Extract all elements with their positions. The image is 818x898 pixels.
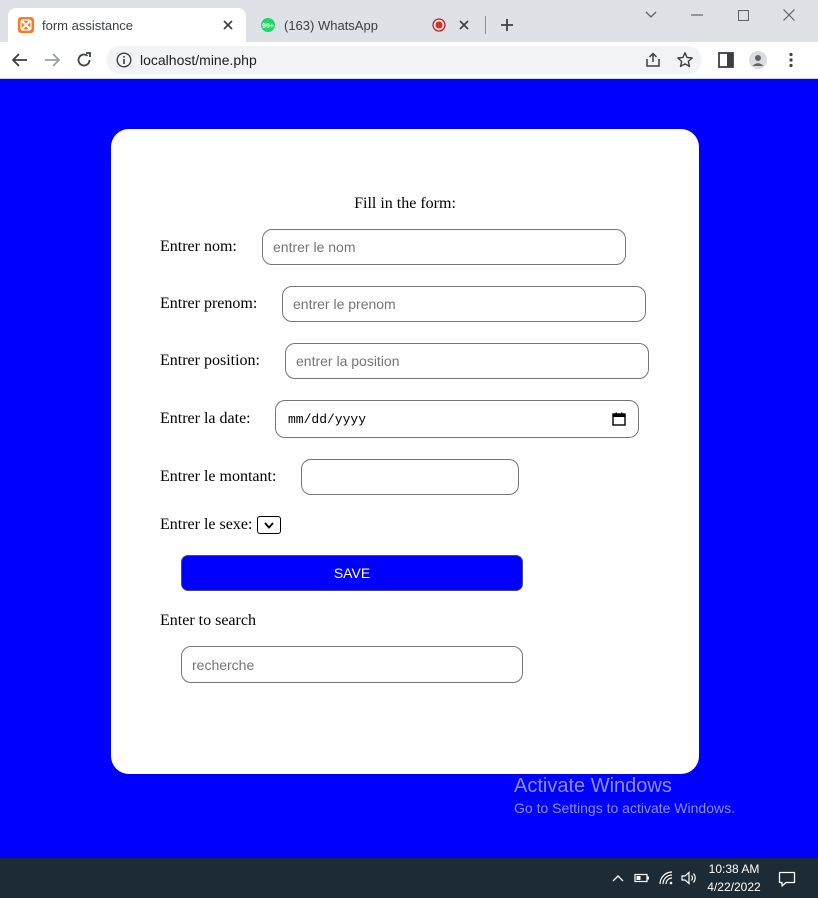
- tab-title: form assistance: [42, 17, 134, 33]
- taskbar-date[interactable]: 4/22/2022: [706, 880, 762, 894]
- new-tab-icon[interactable]: [496, 14, 518, 36]
- tab-title: (163) WhatsApp: [284, 17, 378, 33]
- tab-strip: form assistance 99+ (163) WhatsApp: [0, 0, 818, 42]
- activation-watermark-title: Activate Windows: [514, 775, 672, 797]
- tab-form-assistance[interactable]: form assistance: [8, 8, 246, 42]
- nom-input[interactable]: [262, 229, 626, 265]
- tab-search-chevron-icon[interactable]: [628, 4, 674, 26]
- nom-label: Entrer nom:: [160, 238, 237, 255]
- network-icon[interactable]: [658, 870, 674, 886]
- side-panel-icon[interactable]: [717, 51, 735, 69]
- activation-watermark-subtitle: Go to Settings to activate Windows.: [514, 800, 735, 816]
- date-placeholder: mm/dd/yyyy: [288, 412, 367, 427]
- sexe-select[interactable]: [257, 516, 281, 534]
- address-bar[interactable]: localhost/mine.php: [106, 46, 702, 74]
- date-label: Entrer la date:: [160, 410, 251, 427]
- bookmark-star-icon[interactable]: [676, 51, 694, 69]
- montant-input[interactable]: [301, 459, 519, 495]
- save-button[interactable]: SAVE: [181, 555, 523, 591]
- site-info-icon[interactable]: [116, 52, 132, 68]
- volume-icon[interactable]: [680, 870, 696, 886]
- search-input[interactable]: [181, 646, 523, 683]
- battery-icon[interactable]: [634, 870, 650, 886]
- back-arrow-icon[interactable]: [8, 48, 32, 72]
- close-tab-icon[interactable]: [454, 15, 474, 35]
- search-label: Enter to search: [160, 612, 256, 629]
- reload-icon[interactable]: [72, 48, 96, 72]
- forward-arrow-icon[interactable]: [40, 48, 64, 72]
- minimize-icon[interactable]: [674, 4, 720, 26]
- prenom-input[interactable]: [282, 286, 646, 322]
- browser-toolbar: localhost/mine.php: [0, 42, 818, 79]
- svg-text:99+: 99+: [262, 23, 274, 30]
- whatsapp-icon: 99+: [260, 17, 276, 33]
- share-icon[interactable]: [644, 51, 662, 69]
- form-heading: Fill in the form:: [354, 195, 456, 212]
- maximize-icon[interactable]: [720, 4, 766, 26]
- url-text: localhost/mine.php: [140, 52, 257, 68]
- close-window-icon[interactable]: [766, 4, 812, 26]
- form-card: Fill in the form: Entrer nom: Entrer pre…: [111, 129, 699, 774]
- profile-avatar-icon[interactable]: [749, 51, 767, 69]
- prenom-label: Entrer prenom:: [160, 295, 258, 312]
- taskbar: 10:38 AM 4/22/2022: [0, 858, 818, 898]
- taskbar-time[interactable]: 10:38 AM: [706, 862, 762, 876]
- calendar-icon[interactable]: [612, 412, 626, 426]
- menu-kebab-icon[interactable]: [782, 51, 800, 69]
- tab-separator: [485, 16, 486, 34]
- chevron-down-icon: [264, 521, 274, 529]
- position-label: Entrer position:: [160, 352, 260, 369]
- montant-label: Entrer le montant:: [160, 468, 277, 485]
- position-input[interactable]: [285, 343, 649, 379]
- xampp-icon: [18, 17, 34, 33]
- recording-indicator-icon: [432, 18, 446, 32]
- date-input[interactable]: mm/dd/yyyy: [275, 400, 639, 438]
- show-hidden-icons-chevron-icon[interactable]: [610, 870, 626, 886]
- close-tab-icon[interactable]: [218, 15, 238, 35]
- sexe-label: Entrer le sexe:: [160, 516, 253, 533]
- tab-whatsapp[interactable]: 99+ (163) WhatsApp: [250, 8, 482, 42]
- notifications-icon[interactable]: [778, 870, 796, 888]
